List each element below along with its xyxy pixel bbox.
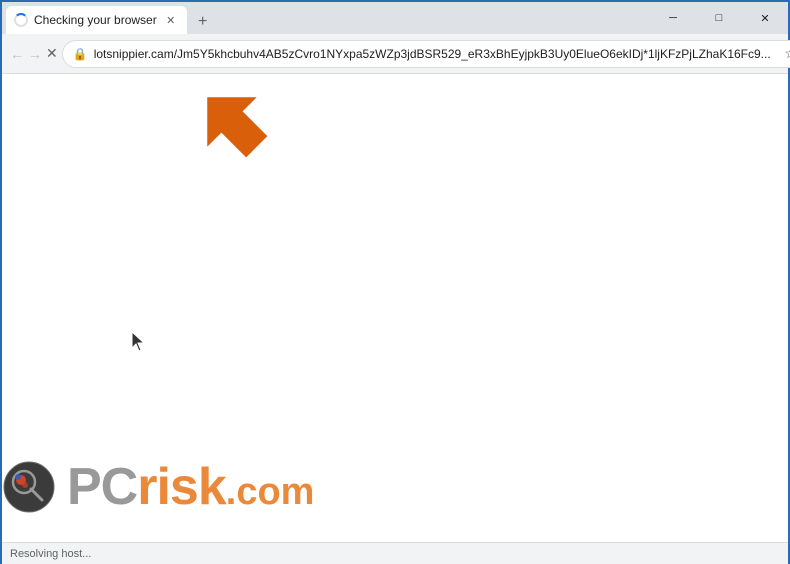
- title-bar: Checking your browser ✕ + ─ □ ✕: [2, 2, 788, 34]
- url-text: lotsnippier.cam/Jm5Y5khcbuhv4AB5zCvro1NY…: [94, 47, 771, 61]
- tab-area: Checking your browser ✕ +: [2, 2, 650, 34]
- mouse-cursor: [132, 332, 148, 357]
- active-tab[interactable]: Checking your browser ✕: [6, 6, 187, 34]
- minimize-button[interactable]: ─: [650, 2, 696, 34]
- maximize-button[interactable]: □: [696, 2, 742, 34]
- bookmark-icon[interactable]: ☆: [777, 40, 790, 68]
- reload-button[interactable]: ✕: [46, 40, 58, 68]
- status-bar: Resolving host...: [2, 542, 788, 564]
- tab-loading-spinner: [14, 13, 28, 27]
- pcrisk-logo: [2, 460, 57, 515]
- risk-text: risk: [137, 458, 226, 516]
- forward-button[interactable]: →: [28, 40, 42, 68]
- watermark: PCrisk.com: [2, 457, 314, 517]
- lock-icon: 🔒: [73, 47, 88, 61]
- dotcom-text: .com: [226, 471, 315, 513]
- toolbar: ← → ✕ 🔒 lotsnippier.cam/Jm5Y5khcbuhv4AB5…: [2, 34, 788, 74]
- pc-text: PC: [67, 458, 137, 516]
- close-button[interactable]: ✕: [742, 2, 788, 34]
- window-controls: ─ □ ✕: [650, 2, 788, 34]
- address-bar[interactable]: 🔒 lotsnippier.cam/Jm5Y5khcbuhv4AB5zCvro1…: [62, 40, 790, 68]
- back-button[interactable]: ←: [10, 40, 24, 68]
- tab-close-button[interactable]: ✕: [163, 12, 179, 28]
- status-text: Resolving host...: [10, 548, 91, 560]
- orange-arrow: [187, 82, 277, 162]
- tab-label: Checking your browser: [34, 13, 157, 27]
- new-tab-button[interactable]: +: [191, 10, 215, 34]
- page-content: PCrisk.com: [2, 74, 788, 542]
- watermark-text: PCrisk.com: [67, 457, 314, 517]
